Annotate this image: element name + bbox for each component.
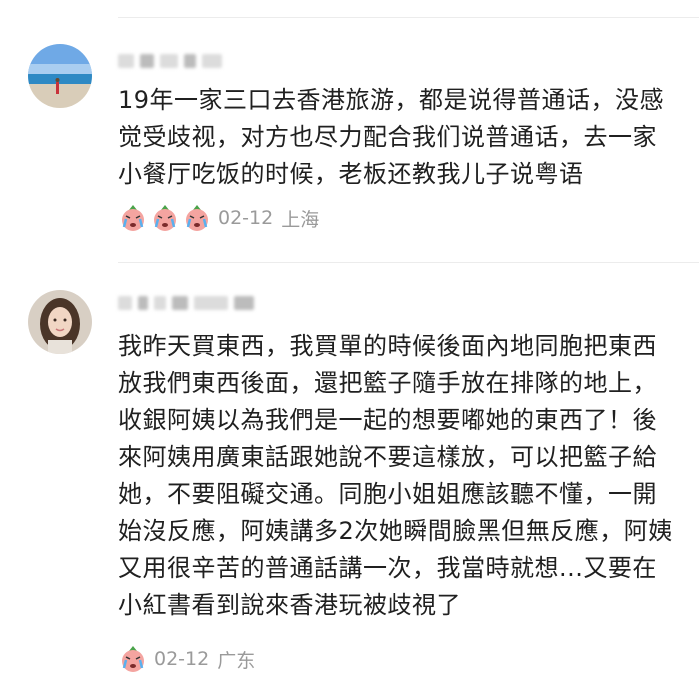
username-redacted[interactable] [118, 54, 222, 68]
reactions [118, 644, 148, 674]
crying-face-emoji [122, 646, 144, 672]
comment-text: 我昨天買東西，我買單的時候後面內地同胞把東西放我們東西後面，還把籃子隨手放在排隊… [118, 332, 673, 619]
comment-date: 02-12 [218, 207, 274, 229]
avatar[interactable] [28, 44, 92, 108]
comment-location: 广东 [217, 649, 256, 672]
username-redacted[interactable] [118, 296, 254, 310]
comment-item: 我昨天買東西，我買單的時候後面內地同胞把東西放我們東西後面，還把籃子隨手放在排隊… [0, 262, 699, 700]
crying-face-emoji [154, 205, 176, 231]
reactions [118, 203, 212, 233]
avatar[interactable] [28, 290, 92, 354]
comment-location: 上海 [281, 208, 320, 231]
comment-meta: 02-12 广东 [118, 644, 255, 674]
comment-date: 02-12 [154, 648, 210, 670]
comment-meta: 02-12 上海 [118, 203, 319, 233]
comment-text: 19年一家三口去香港旅游，都是说得普通话，没感觉受歧视，对方也尽力配合我们说普通… [118, 86, 665, 188]
crying-face-emoji [186, 205, 208, 231]
comment-item: 19年一家三口去香港旅游，都是说得普通话，没感觉受歧视，对方也尽力配合我们说普通… [0, 0, 699, 260]
beach-photo-avatar [28, 44, 92, 108]
crying-face-emoji [122, 205, 144, 231]
portrait-photo-avatar [28, 290, 92, 354]
